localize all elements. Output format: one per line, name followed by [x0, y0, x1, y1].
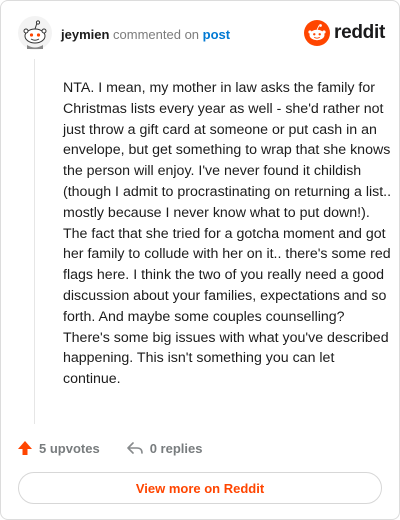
view-more-button[interactable]: View more on Reddit [18, 472, 382, 504]
reddit-logo[interactable]: reddit [304, 19, 385, 47]
post-link[interactable]: post [203, 27, 230, 42]
comment-embed-card: jeymien commented on post reddit NTA. I … [0, 0, 400, 520]
snoo-avatar-icon[interactable] [17, 15, 53, 51]
reddit-wordmark: reddit [334, 22, 385, 43]
comment-body: NTA. I mean, my mother in law asks the f… [63, 80, 392, 388]
reply-count: 0 replies [149, 440, 203, 456]
reddit-snoo-icon [304, 20, 331, 46]
upvote-arrow-icon [18, 441, 32, 455]
reply-arrow-icon [126, 442, 143, 454]
upvote-count: 5 upvotes [39, 440, 100, 456]
upvote-button[interactable]: 5 upvotes [17, 440, 100, 456]
comment-byline: jeymien commented on post [61, 27, 230, 42]
thread-line[interactable] [34, 59, 35, 424]
reply-button[interactable]: 0 replies [126, 440, 203, 456]
comment-actions: 5 upvotes 0 replies [17, 437, 228, 459]
commented-on-label: commented on [113, 27, 200, 42]
username-link[interactable]: jeymien [61, 27, 109, 42]
comment-header: jeymien commented on post reddit [17, 15, 385, 55]
